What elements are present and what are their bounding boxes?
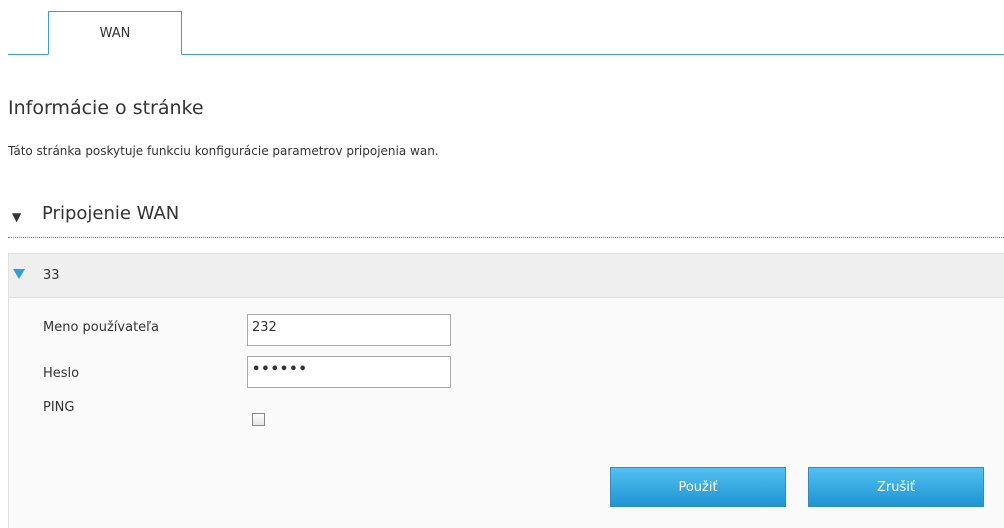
username-input[interactable] [247, 314, 451, 346]
password-input[interactable] [247, 356, 451, 388]
expand-arrow-icon [13, 269, 25, 279]
section-title: Pripojenie WAN [42, 203, 180, 224]
password-label: Heslo [43, 366, 80, 381]
tab-wan-label: WAN [99, 25, 131, 41]
cancel-button[interactable]: Zrušiť [808, 467, 984, 507]
section-header-wan-connection[interactable]: ▼ Pripojenie WAN [8, 198, 1004, 238]
collapse-arrow-icon: ▼ [12, 210, 22, 224]
ping-label: PING [43, 400, 75, 415]
username-label: Meno používateľa [43, 320, 160, 335]
apply-button[interactable]: Použiť [610, 467, 786, 507]
ping-checkbox[interactable] [252, 413, 265, 426]
apply-button-label: Použiť [678, 479, 718, 495]
connection-panel: 33 Meno používateľa Heslo PING Použiť Zr… [8, 253, 1004, 528]
cancel-button-label: Zrušiť [877, 479, 915, 495]
page-description: Táto stránka poskytuje funkciu konfigurá… [8, 144, 439, 158]
connection-header[interactable]: 33 [9, 254, 1004, 298]
page-title: Informácie o stránke [8, 97, 204, 119]
connection-name: 33 [43, 268, 60, 283]
tab-wan[interactable]: WAN [48, 11, 182, 55]
tab-bar: WAN [8, 0, 1004, 55]
